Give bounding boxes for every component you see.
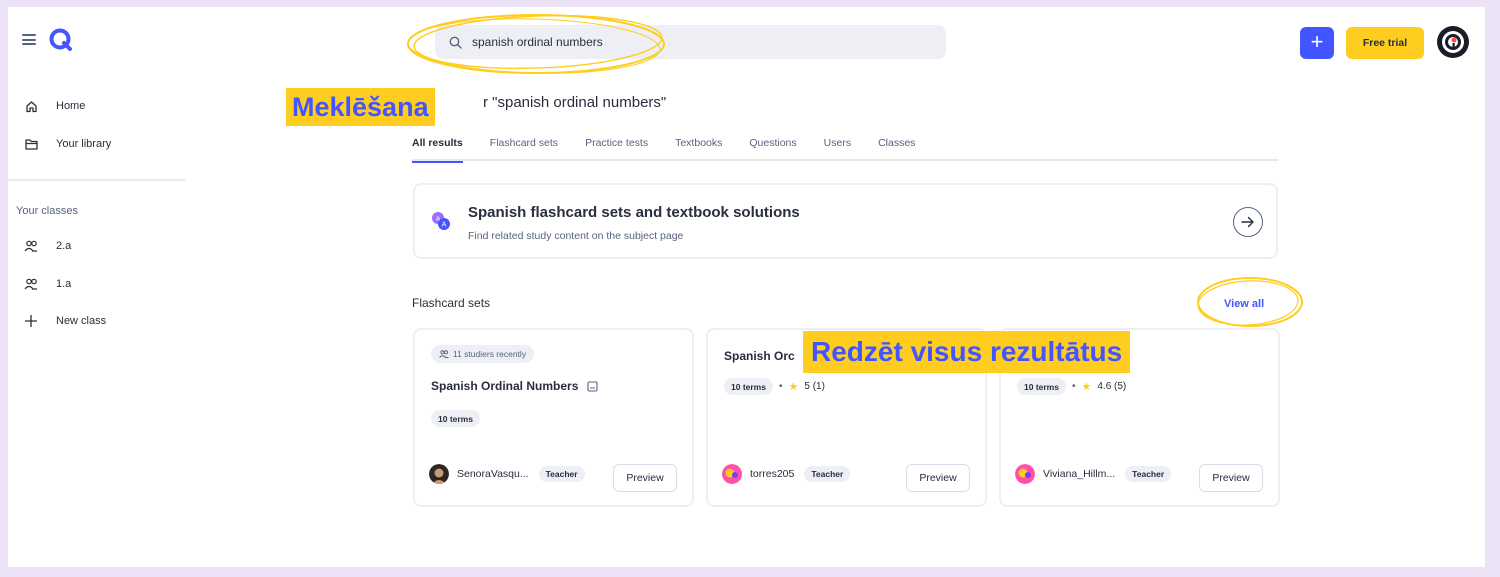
- star-icon: ★: [1081, 381, 1092, 393]
- separator-dot: •: [778, 381, 783, 392]
- sidebar-divider: [8, 179, 185, 181]
- home-icon: [24, 99, 38, 113]
- svg-text:a: a: [436, 216, 440, 223]
- sidebar-new-class[interactable]: New class: [24, 314, 106, 328]
- preview-button[interactable]: Preview: [1199, 464, 1263, 492]
- annotation-search-label: Meklēšana: [286, 88, 435, 126]
- sidebar-item-label: 2.a: [56, 240, 72, 252]
- author-row: SenoraVasqu... Teacher: [429, 464, 585, 484]
- flashcard-set-title: Spanish Ordinal Numbers: [431, 379, 598, 393]
- quizlet-logo-icon[interactable]: [48, 27, 74, 53]
- annotation-view-all-label: Redzēt visus rezultātus: [803, 331, 1131, 373]
- results-tabs: All results Flashcard sets Practice test…: [412, 137, 1278, 163]
- search-icon: [449, 36, 462, 49]
- tab-practice-tests[interactable]: Practice tests: [585, 137, 648, 161]
- teacher-badge: Teacher: [538, 466, 585, 482]
- sidebar-classes-heading: Your classes: [16, 205, 78, 217]
- subject-card-arrow-button[interactable]: [1233, 207, 1263, 237]
- subject-card-title: Spanish flashcard sets and textbook solu…: [468, 204, 800, 221]
- sidebar-item-label: Your library: [56, 138, 112, 150]
- tab-classes[interactable]: Classes: [878, 137, 915, 161]
- avatar[interactable]: [722, 464, 742, 484]
- flashcard-sets-heading: Flashcard sets: [412, 296, 491, 310]
- sidebar-item-home[interactable]: Home: [24, 99, 85, 113]
- view-all-link[interactable]: View all: [1224, 298, 1264, 310]
- sidebar-item-class-2a[interactable]: 2.a: [24, 239, 71, 253]
- create-button[interactable]: +: [1300, 27, 1334, 59]
- sidebar-item-class-1a[interactable]: 1.a: [24, 277, 71, 291]
- rating-row: 10 terms • ★ 5 (1): [724, 378, 825, 395]
- plus-icon: [24, 314, 38, 328]
- page-frame: + Free trial Home Your library Your clas…: [8, 7, 1485, 567]
- tab-flashcard-sets[interactable]: Flashcard sets: [490, 137, 558, 161]
- flashcard-set-title: Spanish Orc: [724, 349, 795, 363]
- subject-card[interactable]: a A Spanish flashcard sets and textbook …: [413, 183, 1278, 259]
- profile-avatar-icon[interactable]: [1436, 25, 1470, 59]
- svg-text:A: A: [442, 222, 447, 229]
- rating-text: 5 (1): [804, 381, 825, 392]
- search-bar[interactable]: [435, 25, 946, 59]
- star-icon: ★: [788, 381, 799, 393]
- tab-users[interactable]: Users: [824, 137, 851, 161]
- subject-card-description: Find related study content on the subjec…: [468, 230, 684, 242]
- results-title: r "spanish ordinal numbers": [483, 94, 667, 111]
- preview-button[interactable]: Preview: [906, 464, 970, 492]
- group-icon: [24, 239, 38, 253]
- rating-text: 4.6 (5): [1097, 381, 1127, 392]
- avatar[interactable]: [1015, 464, 1035, 484]
- studiers-badge: 11 studiers recently: [431, 345, 535, 363]
- sidebar-item-library[interactable]: Your library: [24, 137, 111, 151]
- flashcard-set-title-text: Spanish Orc: [724, 349, 795, 363]
- free-trial-button[interactable]: Free trial: [1346, 27, 1424, 59]
- sidebar-item-label: New class: [56, 315, 107, 327]
- flashcard-set-card[interactable]: 11 studiers recently Spanish Ordinal Num…: [413, 328, 694, 507]
- avatar[interactable]: [429, 464, 449, 484]
- terms-badge: 10 terms: [724, 378, 773, 395]
- menu-icon[interactable]: [22, 34, 36, 45]
- arrow-right-icon: [1241, 216, 1254, 228]
- terms-badge: 10 terms: [1017, 378, 1066, 395]
- preview-button[interactable]: Preview: [613, 464, 677, 492]
- separator-dot: •: [1071, 381, 1076, 392]
- studiers-text: 11 studiers recently: [453, 349, 527, 359]
- rating-row: 10 terms • ★ 4.6 (5): [1017, 378, 1126, 395]
- teacher-badge: Teacher: [1125, 466, 1172, 482]
- sidebar-item-label: 1.a: [56, 278, 72, 290]
- terms-badge: 10 terms: [431, 410, 480, 427]
- sidebar-item-label: Home: [56, 100, 86, 112]
- author-row: Viviana_Hillm... Teacher: [1015, 464, 1172, 484]
- tab-all-results[interactable]: All results: [412, 137, 463, 163]
- group-icon: [24, 277, 38, 291]
- author-name[interactable]: Viviana_Hillm...: [1043, 468, 1115, 480]
- tab-questions[interactable]: Questions: [749, 137, 796, 161]
- search-input[interactable]: [472, 35, 872, 49]
- author-name[interactable]: SenoraVasqu...: [457, 468, 529, 480]
- teacher-badge: Teacher: [804, 466, 851, 482]
- folder-icon: [24, 137, 38, 151]
- textbook-icon: [587, 380, 598, 392]
- language-icon: a A: [432, 212, 450, 230]
- author-row: torres205 Teacher: [722, 464, 851, 484]
- tab-textbooks[interactable]: Textbooks: [675, 137, 722, 161]
- author-name[interactable]: torres205: [750, 468, 794, 480]
- flashcard-set-title-text: Spanish Ordinal Numbers: [431, 379, 579, 393]
- people-icon: [439, 350, 449, 358]
